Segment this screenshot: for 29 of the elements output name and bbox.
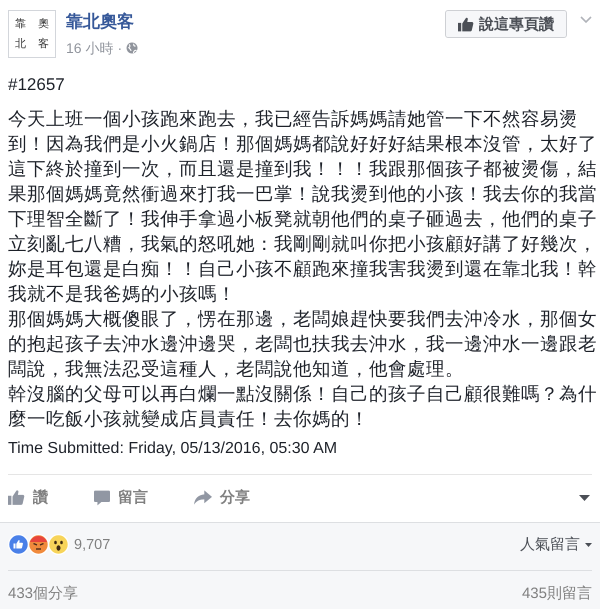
caret-down-icon[interactable] — [579, 494, 590, 500]
comment-sort-button[interactable]: 人氣留言 — [520, 535, 592, 554]
thumbs-up-icon — [458, 16, 474, 32]
logo-text: 北 客 — [14, 37, 50, 51]
caret-down-icon — [585, 542, 592, 546]
post-paragraph: 今天上班一個小孩跑來跑去，我已經告訴媽媽請她管一下不然容易燙到！因為我們是小火鍋店！那個媽媽都說好好好結果根本沒管，太好了這下終於撞到一次，而且還是撞到我！！！我跟那個孩子都被燙傷，結果那個媽媽竟然衝過來打我一巴掌！說我燙到他的小孩！我去你的我當下理智全斷了！我伸手拿過小板凳就朝他們的桌子砸過去，他們的桌子立刻亂七八糟，我氣的怒吼她：我剛剛就叫你把小孩顧好講了好幾次，妳是耳包還是白痴！！自己小孩不顧跑來撞我害我燙到還在靠北我！幹我就不是我爸媽的小孩嗎！ — [8, 107, 598, 306]
comment-count-link[interactable]: 435則留言 — [522, 584, 592, 602]
post-paragraph: 那個媽媽大概傻眼了，愣在那邊，老闆娘趕快要我們去沖冷水，那個女的抱起孩子去沖水邊沖邊哭，老闆也扶我去沖水，我一邊沖水一邊跟老闆說，我無法忍受這種人，老闆說他知道，他會處理。 — [8, 307, 598, 381]
like-page-button[interactable]: 說這專頁讚 — [445, 10, 567, 38]
surprised-face-icon — [48, 534, 69, 555]
post-paragraph: 幹沒腦的父母可以再白爛一點沒關係！自己的孩子自己顧很難嗎？為什麼一吃飯小孩就變成店員責任！去你媽的！ — [8, 382, 598, 431]
share-action-button[interactable]: 分享 — [194, 488, 250, 507]
page-name-link[interactable]: 靠北奧客 — [66, 11, 138, 33]
share-count-link[interactable]: 433個分享 — [8, 584, 78, 602]
thumbs-up-icon — [8, 489, 25, 506]
globe-icon — [126, 42, 138, 54]
page-logo[interactable]: 靠 奧 北 客 — [8, 10, 56, 58]
comment-action-button[interactable]: 留言 — [94, 488, 148, 507]
like-action-button[interactable]: 讚 — [8, 488, 48, 507]
separator-dot: · — [117, 39, 122, 57]
post-time-link[interactable]: 16 小時 — [66, 39, 114, 57]
angry-face-icon — [28, 534, 49, 555]
like-reaction-icon — [8, 534, 29, 555]
logo-text: 靠 奧 — [14, 17, 50, 31]
comment-bubble-icon — [94, 490, 110, 506]
submitted-time: Time Submitted: Friday, 05/13/2016, 05:30 AM — [8, 439, 338, 459]
share-arrow-icon — [194, 490, 212, 505]
post-number: #12657 — [8, 74, 66, 96]
reaction-count[interactable]: 9,707 — [74, 536, 110, 552]
